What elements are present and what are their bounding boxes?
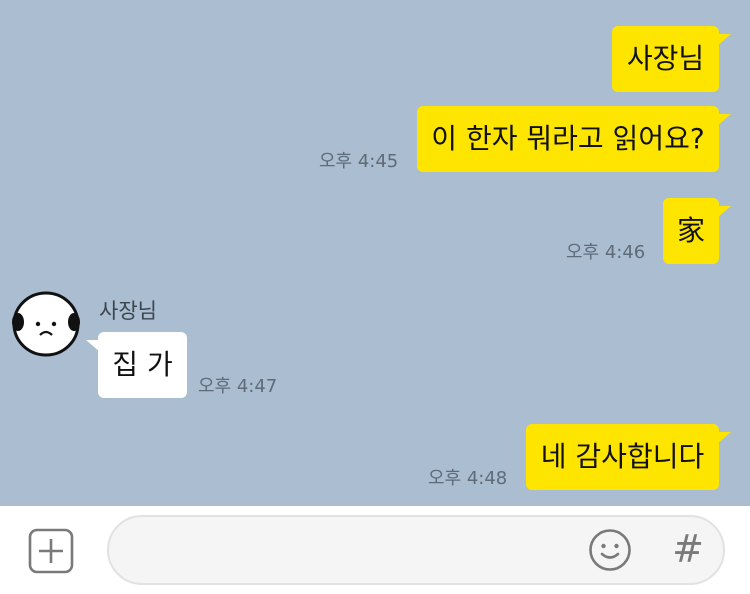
bubble-tail xyxy=(86,340,100,352)
bubble-tail xyxy=(717,34,731,46)
bubble-tail xyxy=(717,114,731,126)
outgoing-message-bubble[interactable]: 사장님 xyxy=(612,26,731,92)
message-input[interactable] xyxy=(107,515,725,585)
sender-name: 사장님 xyxy=(99,299,157,323)
outgoing-message-bubble[interactable]: 家 xyxy=(663,198,731,264)
outgoing-message-bubble[interactable]: 네 감사합니다 xyxy=(526,424,731,490)
message-timestamp: 오후 4:47 xyxy=(198,376,278,397)
bubble-tail xyxy=(717,432,731,444)
plus-square-icon[interactable] xyxy=(28,528,74,574)
message-text: 집 가 xyxy=(112,348,173,381)
message-text: 네 감사합니다 xyxy=(540,440,705,473)
face-avatar-icon xyxy=(12,291,80,357)
outgoing-message-bubble[interactable]: 이 한자 뭐라고 읽어요? xyxy=(417,106,731,172)
message-text: 이 한자 뭐라고 읽어요? xyxy=(431,122,705,155)
message-text: 家 xyxy=(676,214,705,247)
hashtag-button[interactable]: # xyxy=(668,524,708,574)
message-input-bar: # xyxy=(0,506,750,594)
message-timestamp: 오후 4:45 xyxy=(319,151,399,172)
message-text: 사장님 xyxy=(626,42,705,75)
emoji-face-icon[interactable] xyxy=(588,528,632,572)
message-timestamp: 오후 4:48 xyxy=(428,468,508,489)
message-timestamp: 오후 4:46 xyxy=(566,242,646,263)
sender-avatar[interactable] xyxy=(12,291,80,357)
incoming-message-bubble[interactable]: 집 가 xyxy=(86,332,187,398)
bubble-tail xyxy=(717,206,731,218)
chat-area[interactable]: 사장님 오후 4:45 이 한자 뭐라고 읽어요? 오후 4:46 家 사장님 … xyxy=(0,0,750,506)
